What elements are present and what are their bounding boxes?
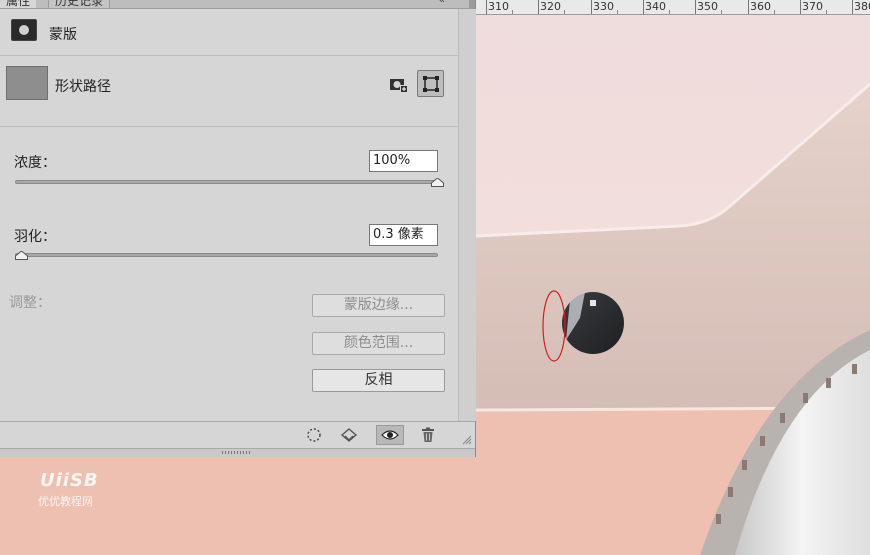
- add-pixel-mask-button[interactable]: [386, 73, 412, 97]
- add-pixel-mask-icon: [390, 79, 408, 93]
- density-slider-thumb[interactable]: [430, 178, 444, 187]
- shape-path-label: 形状路径: [55, 79, 111, 95]
- delete-mask-button[interactable]: [414, 425, 442, 445]
- panel-title: 蒙版: [49, 27, 77, 43]
- panel-scrollbar[interactable]: [458, 9, 476, 421]
- layer-mask-icon: [11, 19, 37, 41]
- properties-panel: 属性 历史记录 « 蒙版 形状路径 浓度： 100% 羽化： 0.3 像素 调整…: [0, 0, 476, 457]
- density-input[interactable]: 100%: [369, 150, 438, 172]
- mask-edge-button[interactable]: 蒙版边缘...: [312, 294, 445, 317]
- vector-mask-button[interactable]: [417, 70, 444, 97]
- apply-mask-icon: [340, 428, 358, 442]
- shape-path-row: 形状路径: [0, 56, 458, 127]
- feather-input[interactable]: 0.3 像素: [369, 224, 438, 246]
- adjust-label: 调整：: [9, 295, 51, 311]
- ruler-tick-label: 380: [854, 0, 870, 13]
- watermark-logo: UiiSB: [40, 470, 99, 491]
- tab-properties[interactable]: 属性: [0, 0, 37, 8]
- vector-mask-icon: [422, 75, 439, 92]
- drag-grip-icon: [222, 451, 250, 454]
- visibility-eye-icon: [381, 430, 399, 440]
- invert-button[interactable]: 反相: [312, 369, 445, 392]
- collapse-panel-icon[interactable]: «: [439, 0, 445, 6]
- panel-resize-handle[interactable]: [0, 448, 475, 457]
- resize-grip-icon[interactable]: [462, 435, 472, 445]
- panel-footer: [0, 421, 475, 448]
- load-selection-icon: [307, 428, 321, 442]
- watermark-text: 优优教程网: [38, 495, 93, 508]
- tab-history[interactable]: 历史记录: [48, 0, 111, 8]
- load-selection-button[interactable]: [300, 425, 328, 445]
- ruler-tick-label: 350: [697, 0, 718, 13]
- trash-icon: [422, 427, 434, 442]
- ruler-tick-label: 370: [802, 0, 823, 13]
- feather-label: 羽化：: [14, 229, 56, 245]
- ruler-tick-label: 340: [645, 0, 666, 13]
- horizontal-ruler[interactable]: 310 320 330 340 350 360 370 380: [476, 0, 870, 15]
- panel-tab-bar: 属性 历史记录 «: [0, 0, 475, 9]
- ruler-tick-label: 320: [540, 0, 561, 13]
- apply-mask-button[interactable]: [335, 425, 363, 445]
- ruler-tick-label: 360: [750, 0, 771, 13]
- color-range-button[interactable]: 颜色范围...: [312, 332, 445, 355]
- density-slider[interactable]: [15, 180, 438, 184]
- panel-menu-strip[interactable]: [469, 0, 475, 8]
- toggle-mask-visibility-button[interactable]: [376, 425, 404, 445]
- ruler-tick-label: 310: [488, 0, 509, 13]
- density-label: 浓度：: [14, 155, 56, 171]
- ruler-tick-label: 330: [593, 0, 614, 13]
- mask-thumbnail: [6, 66, 48, 100]
- knob-glint: [590, 300, 596, 306]
- feather-slider-thumb[interactable]: [14, 251, 28, 260]
- mask-header: 蒙版: [0, 9, 458, 56]
- feather-slider[interactable]: [15, 253, 438, 257]
